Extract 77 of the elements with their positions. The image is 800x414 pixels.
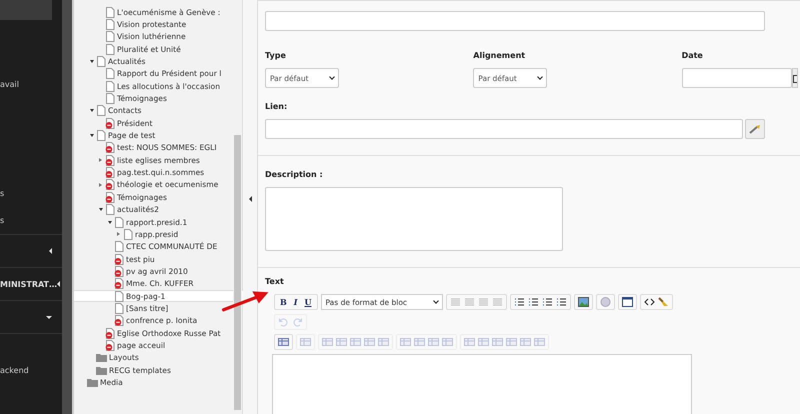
page-icon <box>105 6 115 18</box>
toggle-icon[interactable] <box>90 60 94 64</box>
hidden-page-icon <box>105 328 115 339</box>
field-label: Description : <box>265 170 324 179</box>
folder-icon <box>96 366 107 375</box>
field-label: Text <box>265 277 285 286</box>
page-icon <box>96 130 106 142</box>
page-icon <box>96 56 106 68</box>
link-field[interactable] <box>265 119 743 139</box>
sidebar-header <box>0 0 52 20</box>
hidden-page-icon <box>105 340 115 351</box>
sidebar-item[interactable]: ackend <box>0 366 29 374</box>
format-button[interactable]: I <box>292 297 300 307</box>
code-icon[interactable] <box>644 297 654 307</box>
folder-icon <box>96 353 107 362</box>
page-icon <box>105 44 115 55</box>
collapse-icon <box>248 196 252 202</box>
hidden-page-icon <box>105 154 115 166</box>
field-label: Alignement <box>473 51 526 60</box>
field-label: Type <box>265 51 287 60</box>
align-justify-icon[interactable] <box>492 297 502 307</box>
page-icon <box>105 68 115 80</box>
collapse-handle[interactable] <box>242 0 258 414</box>
toggle-icon[interactable] <box>90 109 94 112</box>
hidden-page-icon <box>114 315 124 326</box>
hidden-page-icon <box>105 167 115 178</box>
toggle-icon[interactable] <box>99 158 102 162</box>
window-icon[interactable] <box>622 297 632 307</box>
sidebar-item[interactable]: avail <box>0 80 19 88</box>
sidebar-item[interactable]: s <box>0 188 4 198</box>
toggle-icon[interactable] <box>99 182 102 187</box>
hidden-page-icon <box>105 179 115 190</box>
align-center-icon[interactable] <box>464 297 474 307</box>
toggle-icon[interactable] <box>108 220 112 224</box>
field-label: Lien: <box>265 102 288 111</box>
page-icon <box>105 204 115 216</box>
toggle-icon[interactable] <box>98 208 102 212</box>
text-editor-area[interactable] <box>272 354 692 414</box>
page-icon <box>114 302 124 314</box>
hidden-page-icon <box>105 192 115 203</box>
bullet-list-icon[interactable] <box>528 297 538 307</box>
folder-icon <box>87 378 98 387</box>
field-label: Date <box>682 51 704 60</box>
sidebar-item[interactable]: MINISTRAT… <box>0 280 58 288</box>
page-icon <box>123 228 133 240</box>
hidden-page-icon <box>105 118 115 129</box>
page-icon <box>105 80 115 92</box>
image-icon[interactable] <box>578 297 588 307</box>
format-button[interactable]: U <box>302 297 314 307</box>
date-field[interactable] <box>682 68 792 88</box>
page-icon <box>114 216 124 228</box>
description-field[interactable] <box>265 187 563 251</box>
page-icon <box>114 241 124 252</box>
caret-icon[interactable] <box>46 316 52 318</box>
sidebar-item[interactable]: s <box>0 216 4 224</box>
hidden-page-icon <box>114 254 124 265</box>
hidden-page-icon <box>114 266 124 277</box>
page-icon <box>96 105 106 116</box>
caret-icon[interactable] <box>49 248 52 254</box>
link-picker-button[interactable] <box>745 119 765 139</box>
page-icon <box>105 19 115 30</box>
scrollbar[interactable] <box>62 0 72 414</box>
page-icon <box>105 31 115 42</box>
numbered-list-icon[interactable] <box>514 297 524 307</box>
hidden-page-icon <box>105 142 115 154</box>
toggle-icon[interactable] <box>117 232 120 236</box>
brush-icon[interactable] <box>658 297 668 307</box>
toggle-icon[interactable] <box>90 134 94 138</box>
chevron-icon <box>329 74 335 80</box>
wand-icon <box>749 124 761 134</box>
format-button[interactable]: B <box>278 297 289 307</box>
align-right-icon[interactable] <box>478 297 488 307</box>
chevron-icon <box>537 74 544 80</box>
page-icon <box>105 93 115 104</box>
title-field[interactable] <box>265 11 765 31</box>
align-left-icon[interactable] <box>450 297 460 307</box>
chevron-icon <box>432 298 438 304</box>
